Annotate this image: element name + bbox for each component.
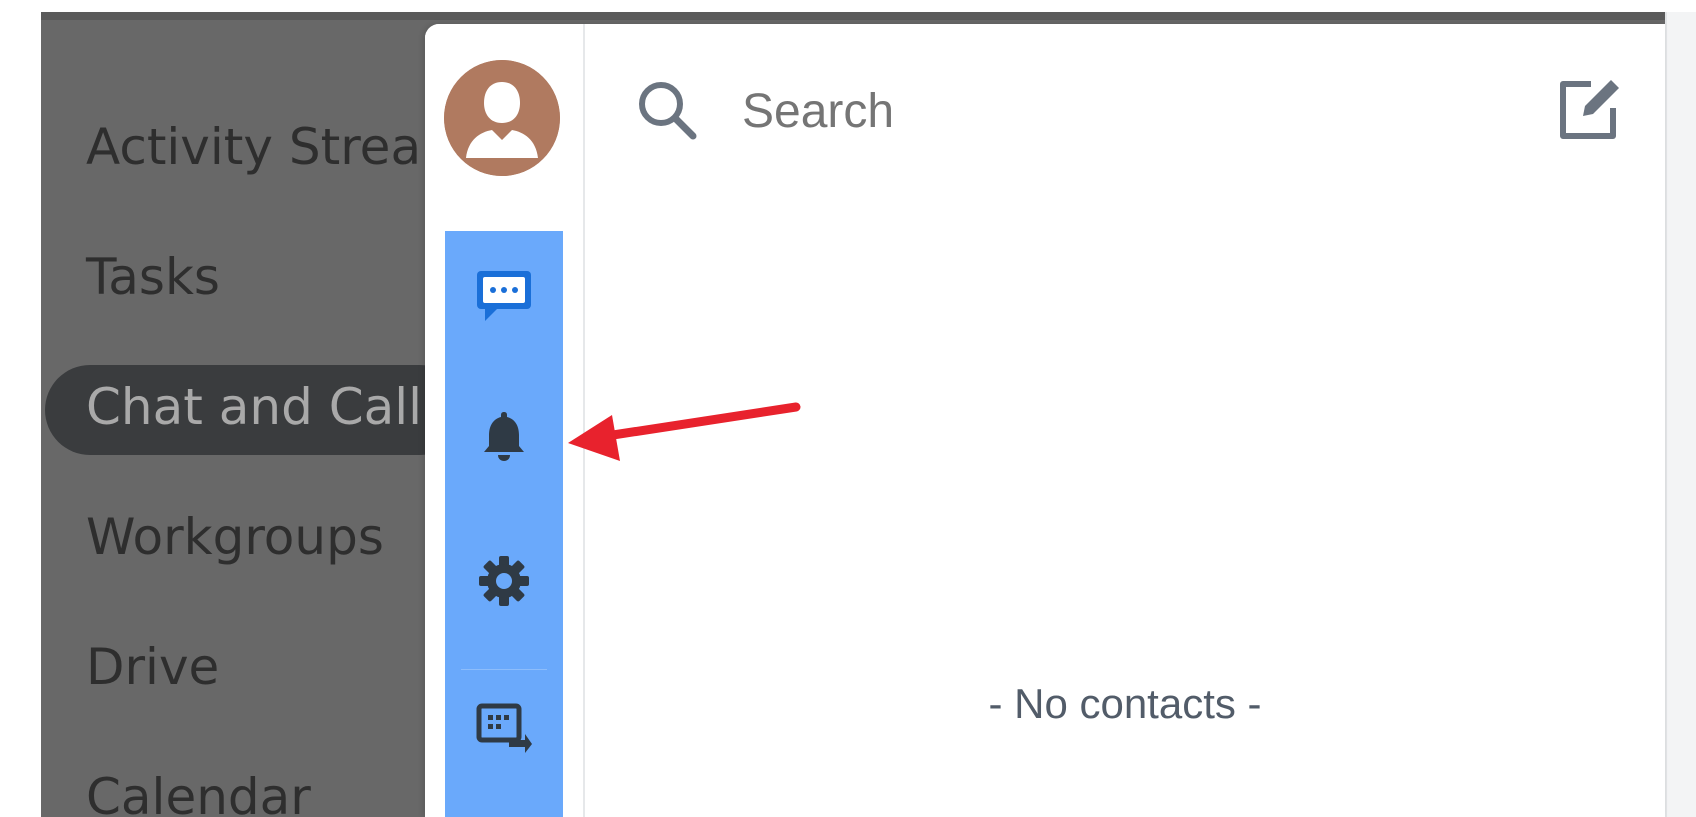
search-input[interactable] — [742, 84, 1342, 139]
empty-contacts-message: - No contacts - — [988, 680, 1262, 727]
notifications-tab[interactable] — [474, 406, 534, 466]
search-icon — [639, 82, 697, 140]
bell-icon — [484, 412, 524, 461]
top-shadow-band — [41, 12, 1696, 20]
user-avatar[interactable] — [444, 60, 560, 176]
settings-tab[interactable] — [474, 551, 534, 611]
nav-item-calendar[interactable]: Calendar — [86, 768, 311, 817]
gear-icon — [479, 556, 529, 606]
chat-tab[interactable] — [474, 265, 534, 325]
messenger-tab-bar — [445, 231, 563, 817]
nav-item-chat-and-calls[interactable]: Chat and Call — [86, 378, 422, 436]
user-avatar-icon — [444, 60, 560, 176]
nav-item-activity-stream[interactable]: Activity Strea — [86, 118, 421, 176]
screen: Activity Strea Tasks Chat and Call Workg… — [0, 0, 1696, 817]
annotation-arrow-icon — [568, 402, 801, 461]
compose-icon[interactable] — [1553, 74, 1623, 144]
nav-item-workgroups[interactable]: Workgroups — [86, 508, 384, 566]
rail-divider — [461, 669, 547, 670]
screen-share-tab[interactable] — [474, 697, 534, 757]
chat-icon — [477, 271, 531, 321]
right-edge-strip — [1665, 12, 1696, 817]
screen-share-icon — [476, 703, 532, 753]
nav-item-tasks[interactable]: Tasks — [86, 248, 220, 306]
nav-item-drive[interactable]: Drive — [86, 638, 219, 696]
